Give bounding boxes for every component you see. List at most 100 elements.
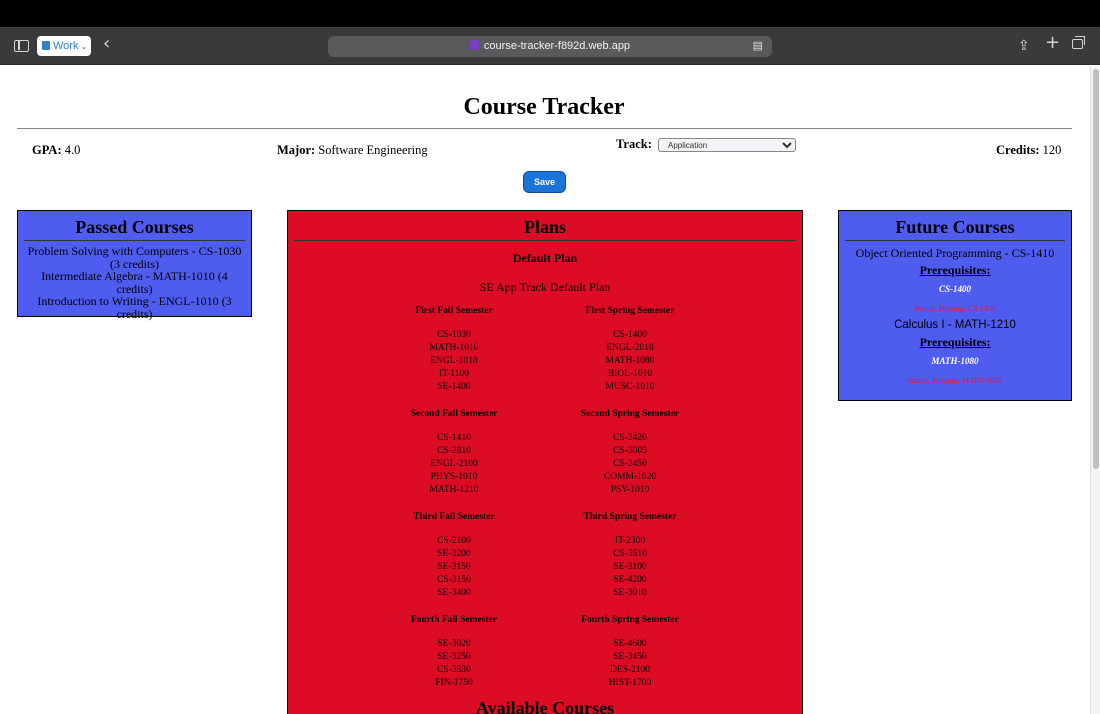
header-divider: [17, 128, 1072, 129]
plans-panel: Plans Default Plan SE App Track Default …: [287, 210, 803, 714]
semester-course: IT-2300: [614, 536, 646, 546]
track-label: Track:: [616, 137, 652, 151]
semester-course: SE-3010: [613, 588, 647, 598]
semester-course: SE-4600: [613, 639, 647, 649]
track-select[interactable]: Application: [658, 138, 796, 152]
passed-course-item: Intermediate Algebra - MATH-1010 (4 cred…: [41, 269, 228, 296]
semester-course: SE-3200: [437, 549, 471, 559]
panel-divider: [294, 240, 796, 241]
new-tab-icon[interactable]: +: [1045, 34, 1060, 52]
future-courses-panel: Future Courses Object Oriented Programmi…: [838, 210, 1072, 401]
page-title: Course Tracker: [463, 94, 625, 120]
semester-course: CS-2450: [613, 459, 647, 469]
semester-course: MATH-1210: [429, 485, 479, 495]
semester-course: ENGL-2100: [430, 459, 478, 469]
credits-value: 120: [1042, 143, 1062, 157]
gpa-label: GPA:: [32, 143, 62, 157]
semester-course: SE-3100: [613, 562, 647, 572]
semester-course: SE-4200: [613, 575, 647, 585]
browser-toolbar: Work ⌄ ‹ course-tracker-f892d.web.app ▤ ⇪…: [0, 27, 1100, 65]
site-favicon-icon: [469, 40, 479, 50]
semester-course: HIST-1700: [608, 678, 652, 688]
semester-course: MUSC-1010: [605, 382, 655, 392]
passed-courses-panel: Passed Courses Problem Solving with Comp…: [17, 210, 252, 320]
semester-title: Fourth Fall Semester: [410, 615, 497, 625]
semester-title: Fourth Spring Semester: [581, 615, 679, 625]
semester-course: SE-1400: [437, 382, 471, 392]
credits-stat: Credits: 120: [996, 143, 1061, 158]
semester-course: CS-3510: [613, 549, 647, 559]
semester-course: MATH-1010: [429, 343, 479, 353]
passed-courses-list: Problem Solving with Computers - CS-1030…: [18, 241, 251, 320]
sidebar-toggle-icon[interactable]: [14, 40, 29, 52]
prerequisite-status: Status: Missing: MATH-1080: [907, 376, 1003, 385]
semester-course: SE-3400: [437, 588, 471, 598]
semester-title: Second Spring Semester: [580, 409, 680, 419]
semester-fourth-fall: Fourth Fall Semester SE-3020 SE-3250 CS-…: [366, 614, 542, 690]
save-button[interactable]: Save: [523, 171, 566, 193]
future-course-name: Calculus I - MATH-1210: [894, 319, 1016, 331]
semester-course: BIOL-1010: [607, 369, 653, 379]
gpa-stat: GPA: 4.0: [32, 143, 80, 158]
semester-course: CS-2100: [437, 536, 471, 546]
semester-course: CS-1410: [437, 433, 471, 443]
semester-course: SE-3250: [437, 652, 471, 662]
chevron-down-icon: ⌄: [80, 42, 88, 51]
semester-course: CS-2420: [613, 433, 647, 443]
semester-title: First Spring Semester: [585, 306, 675, 316]
plan-name: Default Plan: [512, 251, 578, 265]
semester-third-spring: Third Spring Semester IT-2300 CS-3510 SE…: [542, 511, 718, 600]
back-arrow-icon[interactable]: ‹: [103, 35, 110, 53]
tab-overview-icon[interactable]: [1072, 36, 1085, 49]
address-bar[interactable]: course-tracker-f892d.web.app ▤: [328, 36, 772, 57]
passed-course-item: Problem Solving with Computers - CS-1030…: [27, 244, 242, 271]
semester-course: CS-1030: [437, 330, 471, 340]
semester-title: Third Spring Semester: [583, 512, 677, 522]
prerequisites-heading: Prerequisites:: [919, 263, 991, 277]
plans-title: Plans: [523, 217, 566, 237]
semester-course: PSY-1010: [610, 485, 650, 495]
future-course-name: Object Oriented Programming - CS-1410: [855, 246, 1055, 260]
semester-course: CS-3005: [613, 446, 647, 456]
semester-title: First Fall Semester: [415, 306, 493, 316]
reader-mode-icon[interactable]: ▤: [753, 36, 763, 57]
semester-course: ENGL-1010: [430, 356, 478, 366]
future-course-item: Calculus I - MATH-1210 Prerequisites: MA…: [839, 317, 1071, 385]
semester-course: IT-1100: [439, 369, 469, 379]
page-content: Course Tracker GPA: 4.0 Major: Software …: [0, 66, 1100, 714]
semester-course: SE-3150: [437, 562, 471, 572]
semester-course: CS-2810: [437, 446, 471, 456]
scrollbar-thumb[interactable]: [1093, 69, 1099, 469]
share-icon[interactable]: ⇪: [1018, 37, 1030, 55]
semester-course: SE-3450: [613, 652, 647, 662]
passed-course-item: Introduction to Writing - ENGL-1010 (3 c…: [37, 294, 232, 321]
track-stat: Track: Application: [616, 137, 796, 152]
semester-first-fall: First Fall Semester CS-1030 MATH-1010 EN…: [366, 305, 542, 394]
semester-course: SE-3020: [437, 639, 471, 649]
tab-group-button[interactable]: Work ⌄: [37, 36, 91, 56]
semester-title: Second Fall Semester: [410, 409, 498, 419]
semester-grid: First Fall Semester CS-1030 MATH-1010 EN…: [366, 305, 718, 690]
semester-course: CS-3530: [437, 665, 471, 675]
semester-course: CS-1400: [613, 330, 647, 340]
semester-course: MATH-1080: [605, 356, 655, 366]
available-courses-title: Available Courses: [475, 698, 615, 714]
semester-title: Third Fall Semester: [413, 512, 495, 522]
tab-group-label: Work: [53, 40, 79, 52]
semester-course: COMM-1020: [603, 472, 657, 482]
prerequisite-course: CS-1400: [938, 284, 971, 294]
future-courses-title: Future Courses: [895, 217, 1015, 237]
semester-third-fall: Third Fall Semester CS-2100 SE-3200 SE-3…: [366, 511, 542, 600]
semester-first-spring: First Spring Semester CS-1400 ENGL-2010 …: [542, 305, 718, 394]
semester-course: ENGL-2010: [606, 343, 654, 353]
major-value: Software Engineering: [318, 143, 428, 157]
semester-fourth-spring: Fourth Spring Semester SE-4600 SE-3450 D…: [542, 614, 718, 690]
tab-group-icon: [42, 41, 50, 50]
gpa-value: 4.0: [64, 143, 81, 157]
semester-second-fall: Second Fall Semester CS-1410 CS-2810 ENG…: [366, 408, 542, 497]
plan-description: SE App Track Default Plan: [479, 280, 611, 294]
prerequisite-course: MATH-1080: [931, 356, 979, 366]
credits-label: Credits:: [996, 143, 1040, 157]
page-scrollbar[interactable]: [1090, 66, 1100, 714]
panel-divider: [845, 240, 1065, 241]
